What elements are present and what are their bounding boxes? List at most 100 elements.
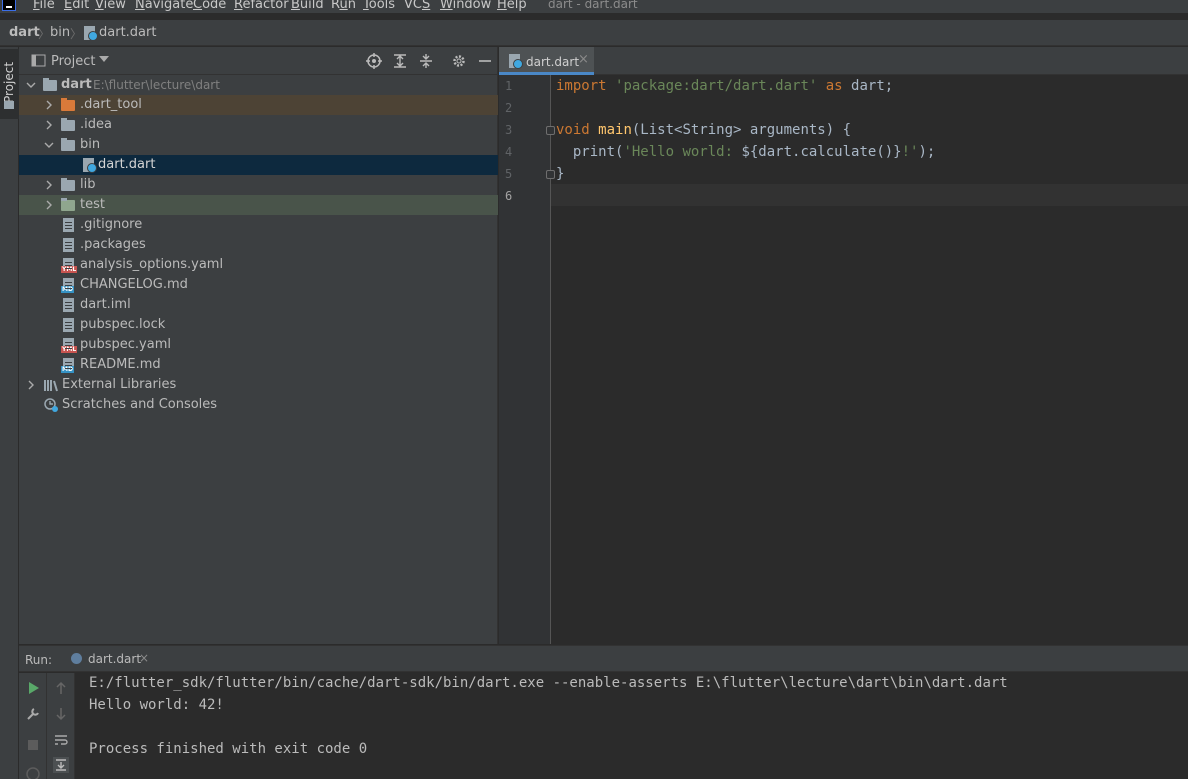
stop-icon[interactable] xyxy=(25,737,41,753)
arrow-down-icon[interactable] xyxy=(53,706,69,722)
line-number: 6 xyxy=(505,189,513,203)
chevron-right-icon[interactable] xyxy=(43,179,55,191)
menu-file[interactable]: File xyxy=(33,0,55,13)
locate-icon[interactable] xyxy=(366,53,382,69)
tree-item-idea[interactable]: .idea xyxy=(19,115,498,135)
chevron-down-icon[interactable] xyxy=(25,79,37,91)
tree-root-path: E:\flutter\lecture\dart xyxy=(93,78,220,92)
tree-item-external-libraries[interactable]: External Libraries xyxy=(19,375,498,395)
tab-dart-dart[interactable]: dart.dart × xyxy=(499,47,594,75)
tree-item-label: dart.iml xyxy=(80,297,131,312)
line-number: 1 xyxy=(505,79,513,93)
project-tool-icon xyxy=(4,101,14,109)
libraries-icon xyxy=(44,380,58,392)
menu-navigate[interactable]: Navigate xyxy=(135,0,193,13)
tree-root-dart[interactable]: dart E:\flutter\lecture\dart xyxy=(19,75,498,95)
run-toolbar xyxy=(19,673,47,779)
hide-panel-icon[interactable] xyxy=(477,53,493,69)
tree-item-bin[interactable]: bin xyxy=(19,135,498,155)
tree-item-analysis-options[interactable]: YML analysis_options.yaml xyxy=(19,255,498,275)
project-tool-tab[interactable]: Project xyxy=(0,49,19,119)
tree-root-label: dart xyxy=(61,77,92,92)
wrench-icon[interactable] xyxy=(25,706,41,722)
tree-item-changelog[interactable]: MD CHANGELOG.md xyxy=(19,275,498,295)
tree-item-dart-iml[interactable]: dart.iml xyxy=(19,295,498,315)
tree-item-pubspec-yaml[interactable]: YML pubspec.yaml xyxy=(19,335,498,355)
dart-file-icon xyxy=(84,26,98,41)
tree-item-readme[interactable]: MD README.md xyxy=(19,355,498,375)
ignore-file-icon xyxy=(61,217,77,233)
arrow-up-icon[interactable] xyxy=(53,680,69,696)
text-file-icon xyxy=(61,237,77,253)
chevron-right-icon[interactable] xyxy=(25,379,37,391)
folder-icon xyxy=(61,137,77,153)
menu-run[interactable]: Run xyxy=(331,0,356,13)
menu-tools[interactable]: Tools xyxy=(363,0,395,13)
run-panel-header: Run: dart.dart × xyxy=(19,646,1188,672)
menu-code[interactable]: Code xyxy=(193,0,226,13)
tree-item-dart-dart[interactable]: dart.dart xyxy=(19,155,498,175)
breadcrumb-item-bin[interactable]: bin xyxy=(50,25,70,40)
tree-item-dart-tool[interactable]: .dart_tool xyxy=(19,95,498,115)
markdown-file-icon: MD xyxy=(61,357,77,373)
folder-icon xyxy=(61,177,77,193)
rerun-icon[interactable] xyxy=(25,680,41,696)
breadcrumb-item-dart[interactable]: dart xyxy=(9,25,40,40)
menu-edit[interactable]: Edit xyxy=(64,0,89,13)
menu-window[interactable]: Window xyxy=(440,0,491,13)
clock-icon[interactable] xyxy=(25,766,41,779)
scroll-to-end-icon[interactable] xyxy=(53,757,69,773)
tree-item-label: CHANGELOG.md xyxy=(80,277,188,292)
chevron-right-icon[interactable] xyxy=(43,119,55,131)
module-folder-icon xyxy=(43,77,59,93)
tree-item-label: Scratches and Consoles xyxy=(62,397,218,412)
dart-file-icon xyxy=(81,157,97,173)
tree-item-label: .packages xyxy=(80,237,146,252)
left-tool-strip: Project xyxy=(0,47,19,779)
run-tab-dart-dart[interactable]: dart.dart × xyxy=(59,646,159,672)
line-number: 4 xyxy=(505,145,513,159)
folder-icon xyxy=(61,117,77,133)
tree-item-test[interactable]: test xyxy=(19,195,498,215)
code-editor[interactable]: dart.dart × 1 2 3 4 5 6 import 'package:… xyxy=(499,47,1188,644)
soft-wrap-icon[interactable] xyxy=(53,732,69,748)
chevron-right-icon[interactable] xyxy=(43,99,55,111)
yaml-file-icon: YML xyxy=(61,257,78,273)
menu-vcs[interactable]: VCS xyxy=(404,0,430,13)
console-output-line: Hello world: 42! xyxy=(89,697,224,713)
tree-item-label: External Libraries xyxy=(62,377,177,392)
tree-item-gitignore[interactable]: .gitignore xyxy=(19,215,498,235)
chevron-right-icon[interactable] xyxy=(43,199,55,211)
breadcrumb-item-dart-file[interactable]: dart.dart xyxy=(99,25,156,40)
test-folder-icon xyxy=(61,197,77,213)
menu-view[interactable]: View xyxy=(95,0,126,13)
tree-item-scratches[interactable]: Scratches and Consoles xyxy=(19,395,498,415)
fold-marker-icon[interactable] xyxy=(546,170,555,179)
tree-item-lib[interactable]: lib xyxy=(19,175,498,195)
tree-item-label: test xyxy=(80,197,105,212)
chevron-down-icon[interactable] xyxy=(43,139,55,151)
tree-item-packages[interactable]: .packages xyxy=(19,235,498,255)
tree-item-pubspec-lock[interactable]: pubspec.lock xyxy=(19,315,498,335)
menu-refactor[interactable]: Refactor xyxy=(234,0,289,13)
collapse-all-icon[interactable] xyxy=(418,53,434,69)
code-line-1: import 'package:dart/dart.dart' as dart; xyxy=(556,78,894,94)
fold-marker-icon[interactable] xyxy=(546,126,555,135)
close-icon[interactable]: × xyxy=(139,651,149,665)
run-panel-label: Run: xyxy=(25,653,53,667)
expand-all-icon[interactable] xyxy=(392,53,408,69)
tree-item-label: bin xyxy=(80,137,101,152)
menu-help[interactable]: Help xyxy=(497,0,527,13)
gear-icon[interactable] xyxy=(451,53,467,69)
close-icon[interactable]: × xyxy=(578,52,589,67)
run-panel: Run: dart.dart × E:/flutter_sdk/flutter/… xyxy=(19,645,1188,779)
project-view-title[interactable]: Project xyxy=(51,54,95,69)
chevron-down-icon[interactable] xyxy=(99,56,109,62)
code-line-5: } xyxy=(556,166,565,182)
breadcrumb-separator-icon: 〉 xyxy=(70,27,83,41)
breadcrumb-separator-icon: 〉 xyxy=(38,27,51,41)
code-line-4: print('Hello world: ${dart.calculate()}!… xyxy=(556,144,936,160)
console-output-line: Process finished with exit code 0 xyxy=(89,741,368,757)
menu-build[interactable]: Build xyxy=(291,0,324,13)
excluded-folder-icon xyxy=(61,97,77,113)
